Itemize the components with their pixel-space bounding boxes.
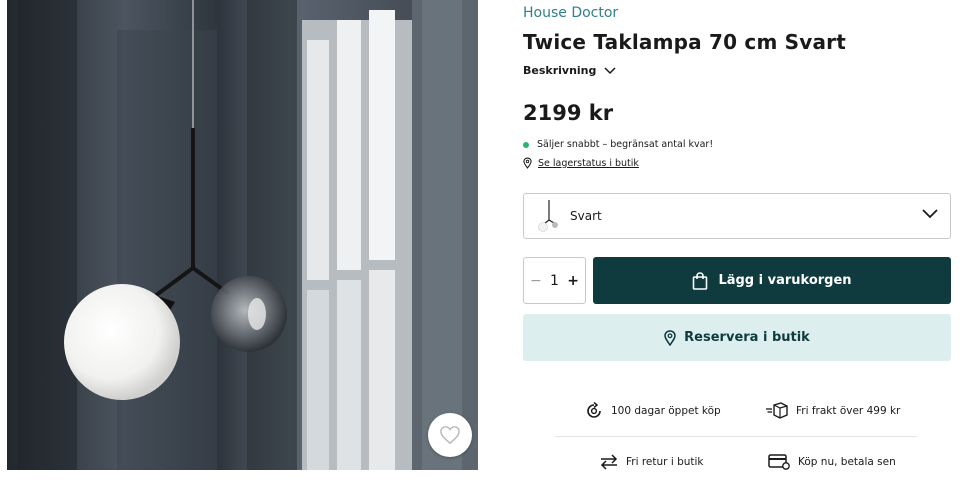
perks-divider [555,436,917,437]
stock-status-text: Säljer snabbt – begränsat antal kvar! [537,139,714,150]
add-to-cart-button[interactable]: Lägg i varukorgen [593,257,951,304]
add-to-cart-label: Lägg i varukorgen [718,273,852,288]
variant-select[interactable]: Svart [523,193,951,239]
chevron-down-icon [922,209,938,219]
shopping-bag-icon [693,271,708,290]
favorite-button[interactable] [428,413,472,457]
perk-free-return: Fri retur i butik [600,454,704,470]
lamp-photo [7,0,478,470]
chevron-down-icon [604,66,616,74]
brand-link[interactable]: House Doctor [523,5,618,21]
reserve-in-store-button[interactable]: Reservera i butik [523,314,951,361]
quantity-decrease-button[interactable]: − [530,273,542,289]
product-price: 2199 kr [523,101,614,125]
location-pin-icon [664,329,676,346]
location-pin-icon [523,157,532,169]
product-image[interactable] [7,0,478,470]
store-stock-link[interactable]: Se lagerstatus i butik [538,158,639,169]
variant-selected: Svart [570,209,602,223]
perk-open-purchase: 100 dagar öppet köp [585,402,721,420]
description-label: Beskrivning [523,64,597,77]
heart-icon [440,426,460,445]
exchange-arrows-icon [600,454,618,470]
product-page: House Doctor Twice Taklampa 70 cm Svart … [0,0,960,486]
quantity-value[interactable]: 1 [550,273,559,289]
stock-dot-icon [523,141,529,148]
variant-thumbnail [538,200,558,232]
perk-label: Fri frakt över 499 kr [796,405,901,417]
product-title: Twice Taklampa 70 cm Svart [523,30,847,54]
perk-free-shipping: Fri frakt över 499 kr [766,402,900,420]
card-icon [768,454,790,470]
description-toggle[interactable]: Beskrivning [523,64,616,77]
quantity-increase-button[interactable]: + [567,273,579,289]
perk-label: 100 dagar öppet köp [611,405,721,417]
reserve-label: Reservera i butik [684,330,810,345]
quantity-stepper: − 1 + [523,257,586,304]
perk-pay-later: Köp nu, betala sen [768,454,896,470]
free-shipping-icon [766,402,788,419]
perk-label: Fri retur i butik [626,456,704,468]
store-stock: Se lagerstatus i butik [523,157,639,169]
perk-label: Köp nu, betala sen [798,456,896,468]
stock-status: Säljer snabbt – begränsat antal kvar! [523,139,713,150]
return-days-icon [587,402,601,418]
